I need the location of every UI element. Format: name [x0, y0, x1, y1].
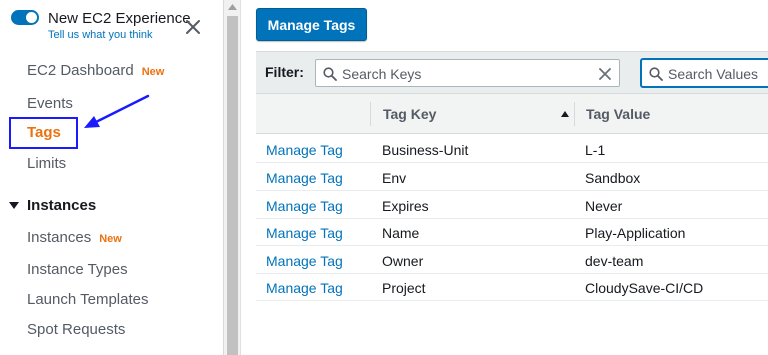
- search-values-input[interactable]: [668, 64, 768, 84]
- clear-icon[interactable]: [599, 68, 611, 80]
- caret-down-icon[interactable]: [9, 200, 19, 210]
- sidebar-item-instance-types[interactable]: Instance Types: [27, 261, 128, 278]
- tag-value-cell: dev-team: [585, 253, 644, 269]
- sidebar-item-label: Instance Types: [27, 261, 128, 278]
- column-divider: [574, 102, 575, 126]
- table-row: Manage Tag Business-Unit L-1: [256, 135, 768, 163]
- tag-key-cell: Project: [382, 280, 426, 296]
- sidebar-item-launch-templates[interactable]: Launch Templates: [27, 291, 148, 308]
- new-badge: New: [141, 66, 165, 78]
- close-icon[interactable]: [183, 17, 203, 37]
- manage-tag-link[interactable]: Manage Tag: [266, 253, 343, 269]
- table-row: Manage Tag Project CloudySave-CI/CD: [256, 273, 768, 301]
- sidebar-item-label: Launch Templates: [27, 291, 149, 308]
- sidebar-item-ec2-dashboard[interactable]: EC2 Dashboard New: [27, 62, 164, 79]
- column-header-tag-key[interactable]: Tag Key: [383, 106, 436, 122]
- table-header: Tag Key Tag Value: [256, 94, 768, 134]
- column-divider: [370, 102, 371, 126]
- manage-tag-link[interactable]: Manage Tag: [266, 225, 343, 241]
- search-icon: [323, 67, 337, 81]
- table-row: Manage Tag Env Sandbox: [256, 163, 768, 191]
- table-row: Manage Tag Expires Never: [256, 191, 768, 219]
- filter-label: Filter:: [265, 64, 304, 80]
- sidebar-item-instances[interactable]: Instances New: [27, 229, 122, 246]
- tag-value-cell: Sandbox: [585, 170, 641, 186]
- tag-key-cell: Business-Unit: [382, 142, 469, 158]
- toggle-knob: [26, 12, 37, 23]
- new-experience-title: New EC2 Experience: [48, 10, 191, 27]
- tag-key-cell: Name: [382, 225, 420, 241]
- manage-tag-link[interactable]: Manage Tag: [266, 280, 343, 296]
- table-row: Manage Tag Name Play-Application: [256, 218, 768, 246]
- search-keys-input[interactable]: [342, 64, 592, 84]
- sidebar-item-label: Tags: [27, 124, 61, 141]
- main-content: Manage Tags Filter: Tag Key: [241, 0, 768, 355]
- manage-tags-button[interactable]: Manage Tags: [256, 8, 367, 41]
- tag-value-cell: Play-Application: [585, 225, 686, 241]
- filter-bar: Filter:: [256, 51, 768, 94]
- sidebar-scrollbar[interactable]: [224, 0, 241, 355]
- sidebar-item-label: Spot Requests: [27, 321, 126, 338]
- sidebar-item-events[interactable]: Events: [27, 95, 73, 112]
- tag-key-cell: Env: [382, 170, 407, 186]
- tag-key-cell: Owner: [382, 253, 424, 269]
- new-badge: New: [99, 233, 122, 245]
- manage-tag-link[interactable]: Manage Tag: [266, 142, 343, 158]
- arrow-annotation-icon: [84, 94, 150, 128]
- search-keys-box[interactable]: [315, 59, 620, 87]
- tag-value-cell: L-1: [585, 142, 606, 158]
- section-instances[interactable]: Instances: [27, 197, 96, 214]
- scrollbar-thumb[interactable]: [227, 16, 238, 355]
- sort-ascending-icon[interactable]: [561, 111, 569, 117]
- column-header-tag-value[interactable]: Tag Value: [586, 106, 650, 122]
- table-row: Manage Tag Owner dev-team: [256, 246, 768, 274]
- tag-key-cell: Expires: [382, 198, 429, 214]
- tag-value-cell: CloudySave-CI/CD: [585, 280, 704, 296]
- sidebar-item-label: Instances: [27, 229, 92, 246]
- manage-tag-link[interactable]: Manage Tag: [266, 198, 343, 214]
- feedback-link[interactable]: Tell us what you think: [48, 29, 153, 41]
- scroll-up-icon[interactable]: [228, 4, 237, 10]
- sidebar-item-label: Limits: [27, 155, 67, 172]
- manage-tag-link[interactable]: Manage Tag: [266, 170, 343, 186]
- new-experience-toggle[interactable]: [11, 10, 39, 25]
- sidebar-item-label: EC2 Dashboard: [27, 62, 134, 79]
- search-icon: [649, 67, 663, 81]
- sidebar-item-tags[interactable]: Tags: [27, 124, 61, 141]
- sidebar: New EC2 Experience Tell us what you thin…: [0, 0, 224, 355]
- search-values-box[interactable]: [641, 59, 768, 87]
- sidebar-item-label: Events: [27, 95, 73, 112]
- tag-value-cell: Never: [585, 198, 623, 214]
- sidebar-item-spot-requests[interactable]: Spot Requests: [27, 321, 125, 338]
- sidebar-item-limits[interactable]: Limits: [27, 155, 66, 172]
